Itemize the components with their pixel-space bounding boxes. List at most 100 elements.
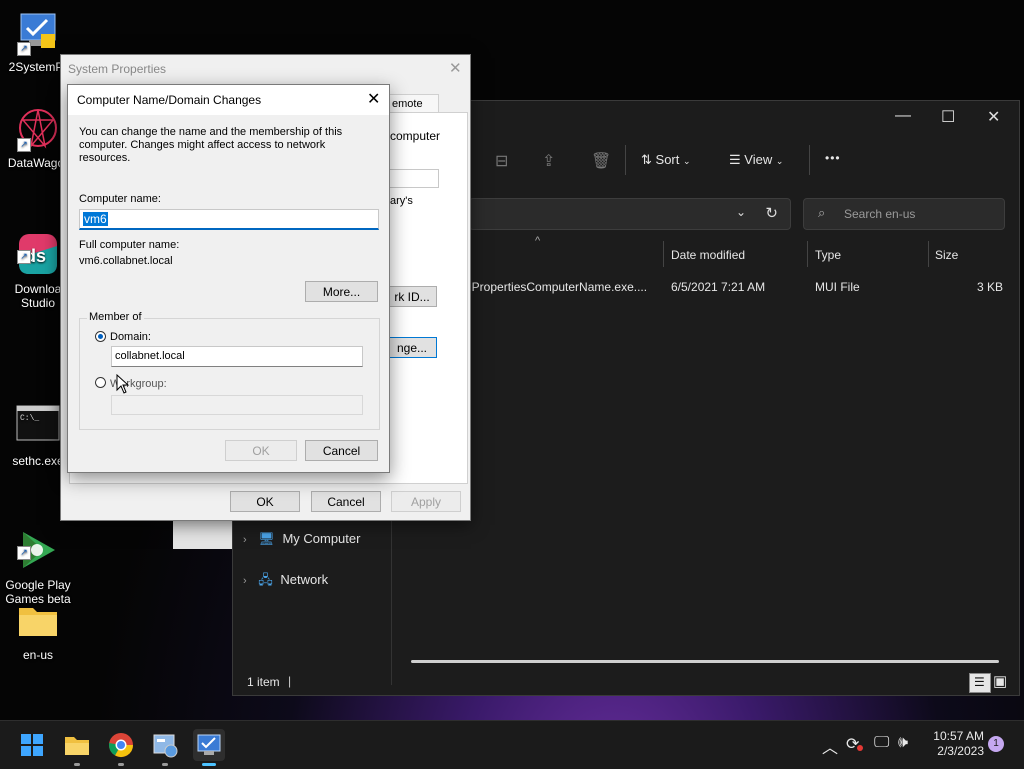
dialog-title-bar[interactable]: Computer Name/Domain Changes ✕ [68, 85, 389, 115]
view-button[interactable]: ☰ View ⌄ [729, 152, 783, 168]
system-properties-icon: ↗ [15, 10, 61, 56]
domain-label: Domain: [110, 331, 151, 343]
column-separator [928, 241, 929, 267]
sort-arrow-icon: ^ [535, 235, 541, 247]
window-title: System Properties [68, 62, 167, 76]
running-indicator [74, 763, 80, 766]
windows-icon [21, 734, 43, 756]
clock-date: 2/3/2023 [937, 744, 984, 758]
column-separator [807, 241, 808, 267]
system-properties-icon [197, 734, 221, 755]
network-icon[interactable]: 🖵 [874, 734, 889, 752]
close-icon[interactable]: ✕ [987, 107, 1000, 127]
example-text: ary's [390, 195, 413, 207]
column-header-type[interactable]: Type [815, 248, 841, 262]
notification-badge[interactable]: 1 [988, 736, 1004, 752]
address-bar[interactable]: ⌄ ↻ [469, 198, 791, 230]
control-panel-icon [153, 734, 178, 758]
download-studio-icon: ds ↗ [15, 218, 61, 274]
view-icon: ☰ [729, 152, 741, 167]
status-item-count: 1 item [247, 675, 280, 689]
column-header-date[interactable]: Date modified [671, 248, 745, 262]
file-name: nPropertiesComputerName.exe.... [465, 280, 648, 294]
full-name-value: vm6.collabnet.local [79, 255, 173, 267]
file-size: 3 KB [977, 280, 1004, 294]
folder-icon [65, 737, 89, 755]
workgroup-input[interactable] [111, 395, 363, 415]
apply-button[interactable]: Apply [391, 491, 461, 512]
close-icon[interactable]: ✕ [449, 59, 462, 77]
toolbar-divider [809, 145, 810, 175]
close-icon[interactable]: ✕ [367, 89, 380, 109]
chevron-down-icon: ⌄ [683, 156, 691, 166]
horizontal-scrollbar[interactable] [411, 660, 999, 663]
network-id-button[interactable]: rk ID... [387, 286, 437, 307]
nav-item-network[interactable]: › 🖧 Network [243, 571, 328, 593]
cancel-button[interactable]: Cancel [311, 491, 381, 512]
rename-icon[interactable]: ⊟ [495, 151, 508, 171]
change-button[interactable]: nge... [387, 337, 437, 358]
alert-dot-icon [857, 745, 863, 751]
running-indicator [118, 763, 124, 766]
nav-pane-divider [391, 521, 392, 685]
desktop-icon-en-us[interactable]: en-us [0, 598, 76, 662]
sort-button[interactable]: ⇅ Sort ⌄ [641, 152, 691, 168]
search-box[interactable]: ⌕ Search en-us [803, 198, 1005, 230]
chrome-icon [109, 733, 133, 758]
status-divider: | [288, 674, 292, 688]
computer-name-input[interactable]: vm6 [79, 209, 379, 230]
toolbar-divider [625, 145, 626, 175]
folder-icon [15, 598, 61, 644]
taskbar [0, 720, 1024, 769]
ok-button[interactable]: OK [230, 491, 300, 512]
clock[interactable]: 10:57 AM 2/3/2023 [928, 729, 984, 759]
taskbar-system-properties[interactable] [193, 729, 225, 766]
sort-icon: ⇅ [641, 152, 652, 167]
workgroup-radio[interactable] [95, 377, 106, 388]
taskbar-file-explorer[interactable] [61, 729, 93, 766]
tab-remote[interactable]: emote [387, 94, 439, 113]
network-icon: 🖧 [258, 572, 273, 587]
desktop-icon-label: en-us [22, 648, 54, 662]
start-button[interactable] [16, 729, 48, 761]
computer-name-domain-changes-dialog[interactable]: Computer Name/Domain Changes ✕ You can c… [67, 84, 390, 473]
more-options-button[interactable]: ••• [825, 151, 841, 165]
maximize-icon[interactable]: ☐ [941, 107, 955, 127]
clock-time: 10:57 AM [933, 729, 984, 743]
ok-button[interactable]: OK [225, 440, 297, 461]
volume-icon[interactable]: 🕪 [898, 734, 908, 752]
thumbnail-view-icon[interactable]: ▣ [993, 672, 1007, 690]
datawagon-icon: ↗ [15, 106, 61, 152]
domain-radio[interactable] [95, 331, 106, 342]
desktop-icon-label: Downloa Studio [14, 282, 62, 310]
share-icon[interactable]: ⇪ [542, 151, 555, 171]
chevron-right-icon: › [243, 534, 247, 546]
minimize-icon[interactable]: — [895, 107, 911, 125]
computer-name-label: Computer name: [79, 193, 161, 205]
taskbar-chrome[interactable] [105, 729, 137, 766]
show-hidden-icons[interactable]: ︿ [822, 734, 838, 758]
details-view-button[interactable]: ☰ [969, 673, 991, 693]
computer-icon: 🖥 [258, 531, 275, 546]
chevron-down-icon: ⌄ [775, 156, 784, 166]
nav-item-my-computer[interactable]: › 🖥 My Computer [243, 531, 360, 547]
column-header-size[interactable]: Size [935, 248, 958, 262]
taskbar-control-panel[interactable] [149, 729, 181, 766]
delete-icon[interactable]: 🗑 [591, 151, 611, 171]
more-button[interactable]: More... [305, 281, 378, 302]
dialog-title: Computer Name/Domain Changes [77, 93, 262, 107]
refresh-icon[interactable]: ↻ [765, 204, 778, 222]
google-play-games-icon: ↗ [15, 514, 61, 568]
file-date: 6/5/2021 7:21 AM [671, 280, 766, 294]
chevron-down-icon[interactable]: ⌄ [736, 205, 746, 219]
computer-description-input[interactable] [387, 169, 439, 188]
file-row[interactable]: nPropertiesComputerName.exe.... 6/5/2021… [465, 277, 1015, 297]
domain-input[interactable]: collabnet.local [111, 346, 363, 367]
active-indicator [202, 763, 216, 766]
desktop-icon-label: 2SystemPr [8, 60, 68, 74]
mouse-cursor-icon [116, 374, 130, 394]
search-icon: ⌕ [818, 205, 826, 220]
cmd-icon: C:\_ [15, 404, 61, 450]
cancel-button[interactable]: Cancel [305, 440, 378, 461]
sync-icon[interactable]: ⟳ [846, 734, 859, 754]
